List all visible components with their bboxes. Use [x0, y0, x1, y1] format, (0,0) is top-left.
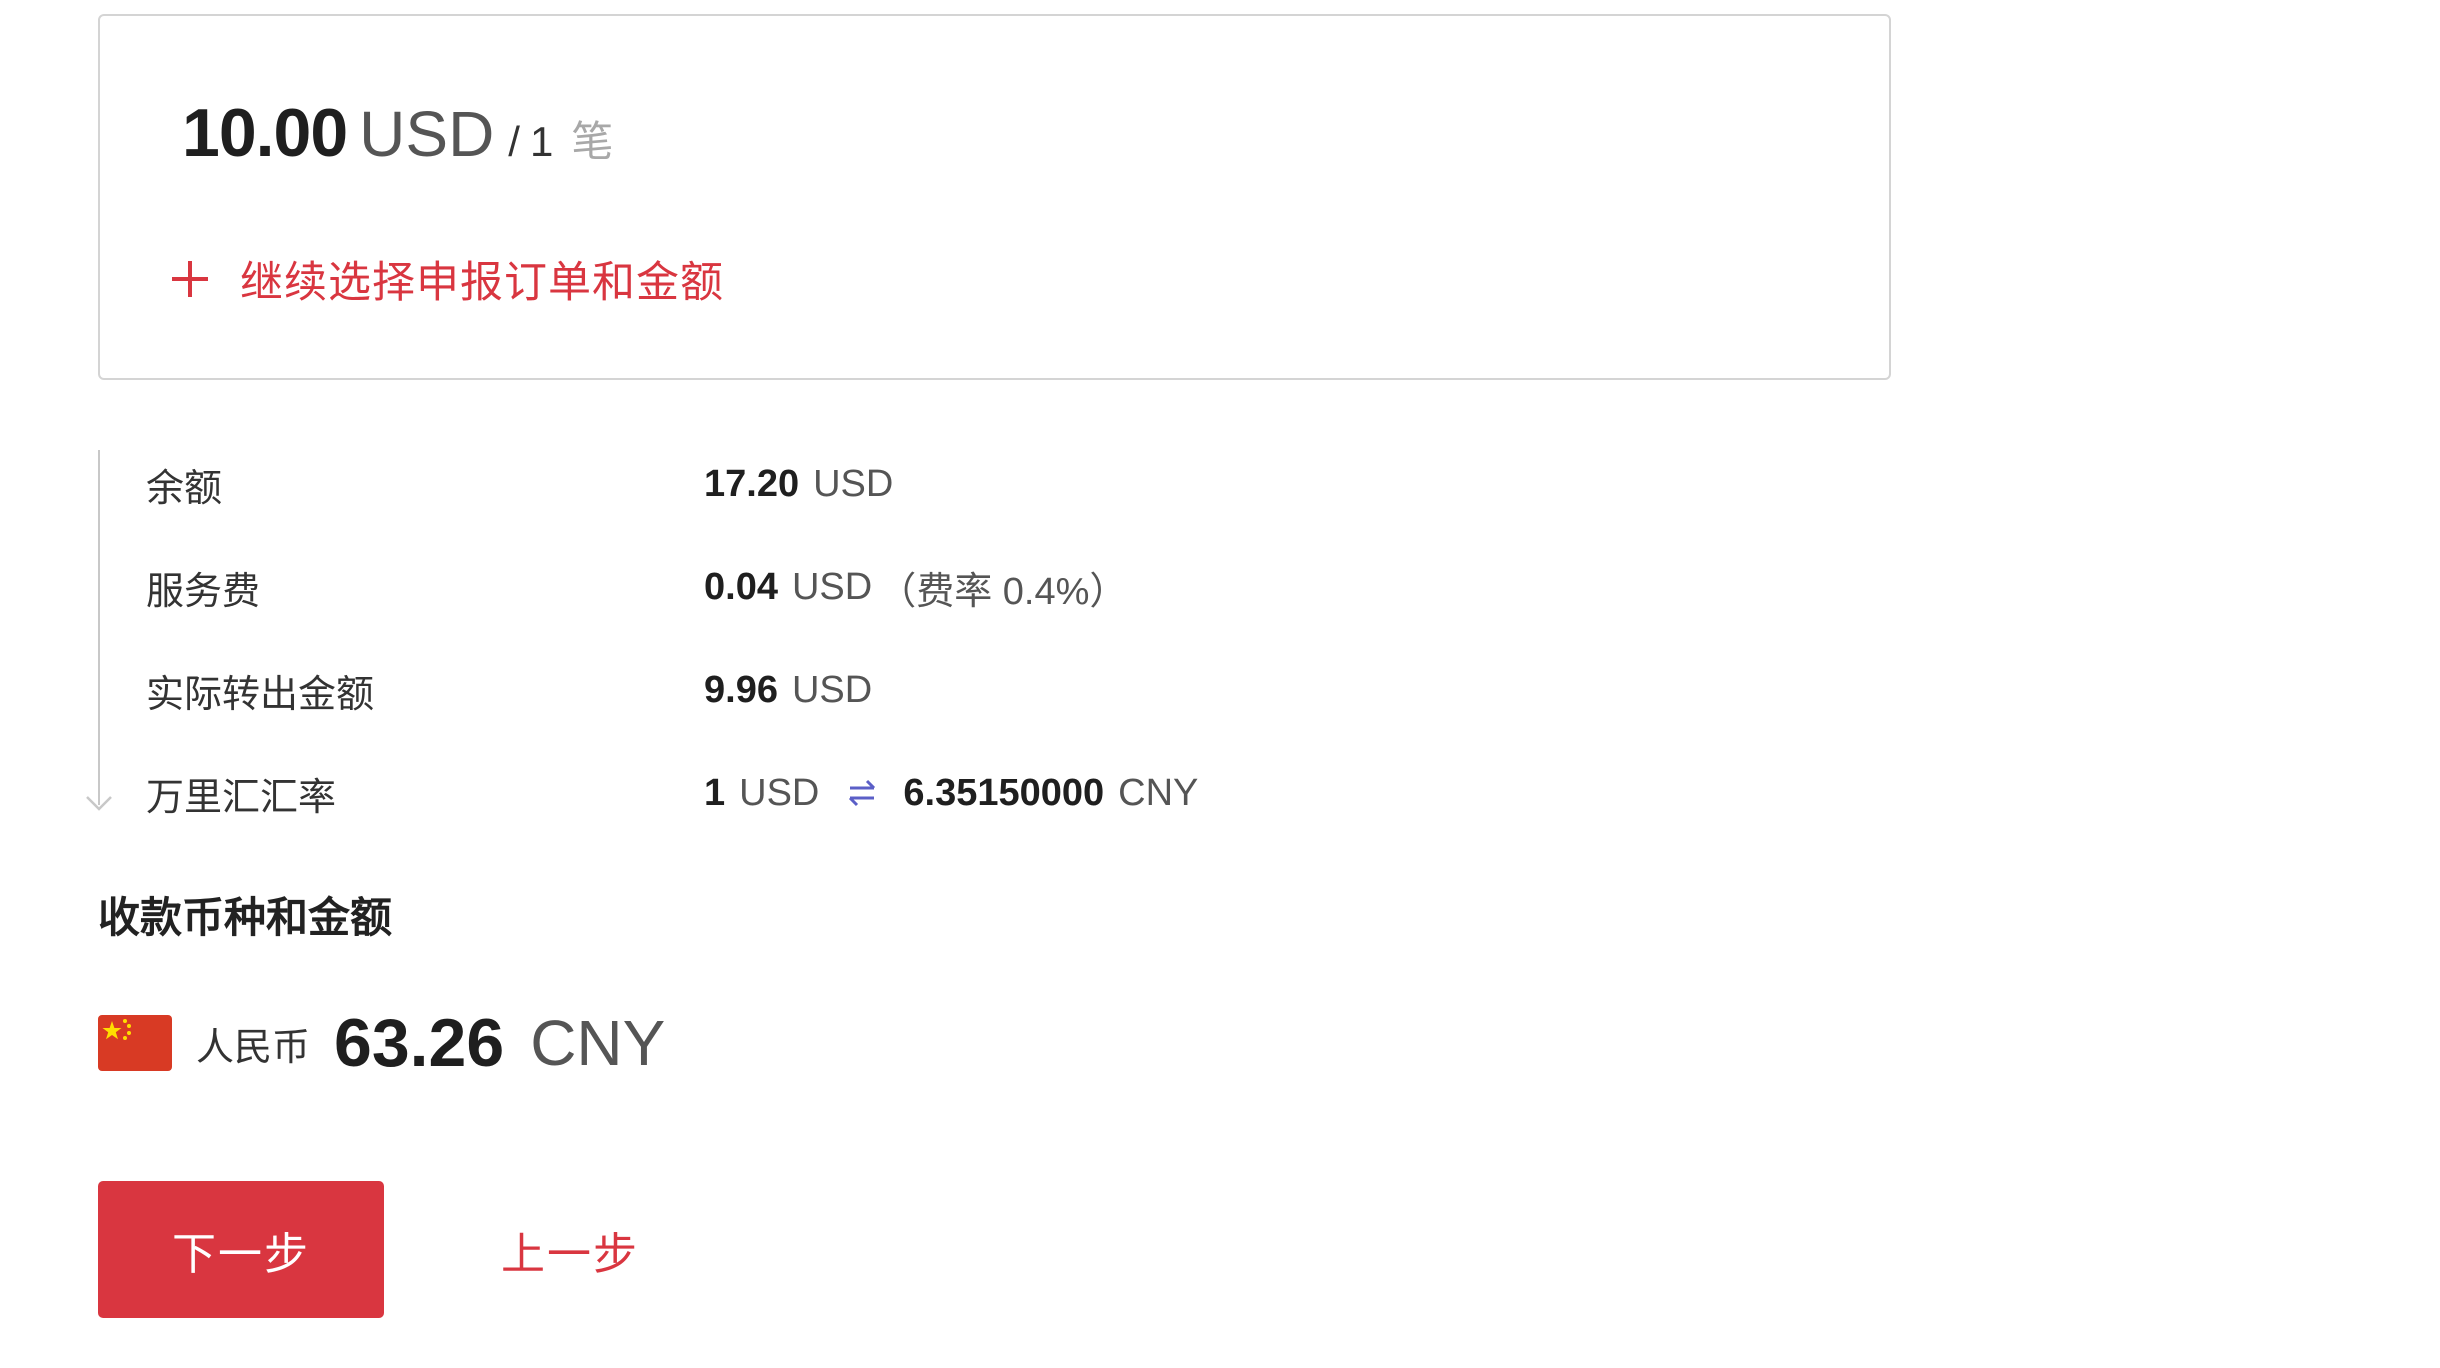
service-fee-currency: USD [791, 565, 873, 608]
actual-out-value: 9.96 [704, 668, 778, 711]
exchange-rate-to-currency: CNY [1118, 771, 1199, 814]
details-timeline-line [98, 450, 100, 805]
exchange-rate-to-value: 6.35150000 [903, 771, 1105, 814]
order-amount-value: 10.00 [182, 95, 348, 171]
exchange-icon [849, 779, 876, 807]
add-order-label: 继续选择申报订单和金额 [240, 259, 724, 307]
china-flag-icon [98, 1015, 172, 1071]
actual-out-currency: USD [791, 668, 873, 711]
service-fee-label: 服务费 [146, 570, 261, 613]
detail-row-actual-out: 实际转出金额 9.96 USD [146, 660, 1546, 720]
exchange-rate-from-value: 1 [704, 771, 726, 814]
service-fee-rate-note: （费率 0.4%） [878, 570, 1128, 613]
order-amount-currency: USD [359, 98, 495, 170]
service-fee-value-group: 0.04 USD （费率 0.4%） [704, 560, 1127, 615]
order-count-unit: 笔 [571, 118, 614, 165]
next-step-button[interactable]: 下一步 [98, 1181, 384, 1318]
order-amount-separator: / [508, 118, 520, 165]
order-count: 1 [529, 118, 554, 165]
receive-amount-value: 63.26 [334, 1005, 505, 1081]
receive-currency-name: 人民币 [196, 1026, 311, 1069]
actual-out-label: 实际转出金额 [146, 673, 375, 716]
order-summary-card: 10.00 USD / 1 笔 继续选择申报订单和金额 [98, 14, 1891, 380]
balance-value: 17.20 [704, 462, 800, 505]
detail-row-service-fee: 服务费 0.04 USD （费率 0.4%） [146, 557, 1546, 617]
receive-section-title: 收款币种和金额 [98, 894, 393, 941]
service-fee-value: 0.04 [704, 565, 778, 608]
exchange-rate-from-currency: USD [739, 771, 820, 814]
actual-out-value-group: 9.96 USD [704, 669, 872, 712]
previous-step-button[interactable]: 上一步 [480, 1181, 660, 1318]
exchange-rate-value-group: 1 USD 6.35150000 CNY [704, 772, 1198, 815]
balance-label: 余额 [146, 467, 223, 510]
detail-row-balance: 余额 17.20 USD [146, 454, 1546, 514]
receive-currency-code: CNY [530, 1007, 666, 1079]
exchange-rate-label: 万里汇汇率 [146, 776, 337, 819]
detail-row-exchange-rate: 万里汇汇率 1 USD 6.35150000 CNY [146, 763, 1546, 823]
balance-value-group: 17.20 USD [704, 463, 893, 506]
receive-amount-row: 人民币 63.26 CNY [98, 998, 665, 1088]
balance-currency: USD [813, 462, 894, 505]
plus-icon [172, 261, 208, 297]
add-order-link[interactable]: 继续选择申报订单和金额 [172, 244, 724, 314]
arrow-down-icon [86, 796, 112, 811]
order-amount-line: 10.00 USD / 1 笔 [182, 94, 613, 194]
transfer-details: 余额 17.20 USD 服务费 0.04 USD （费率 0.4%） 实际转出… [86, 450, 1598, 823]
